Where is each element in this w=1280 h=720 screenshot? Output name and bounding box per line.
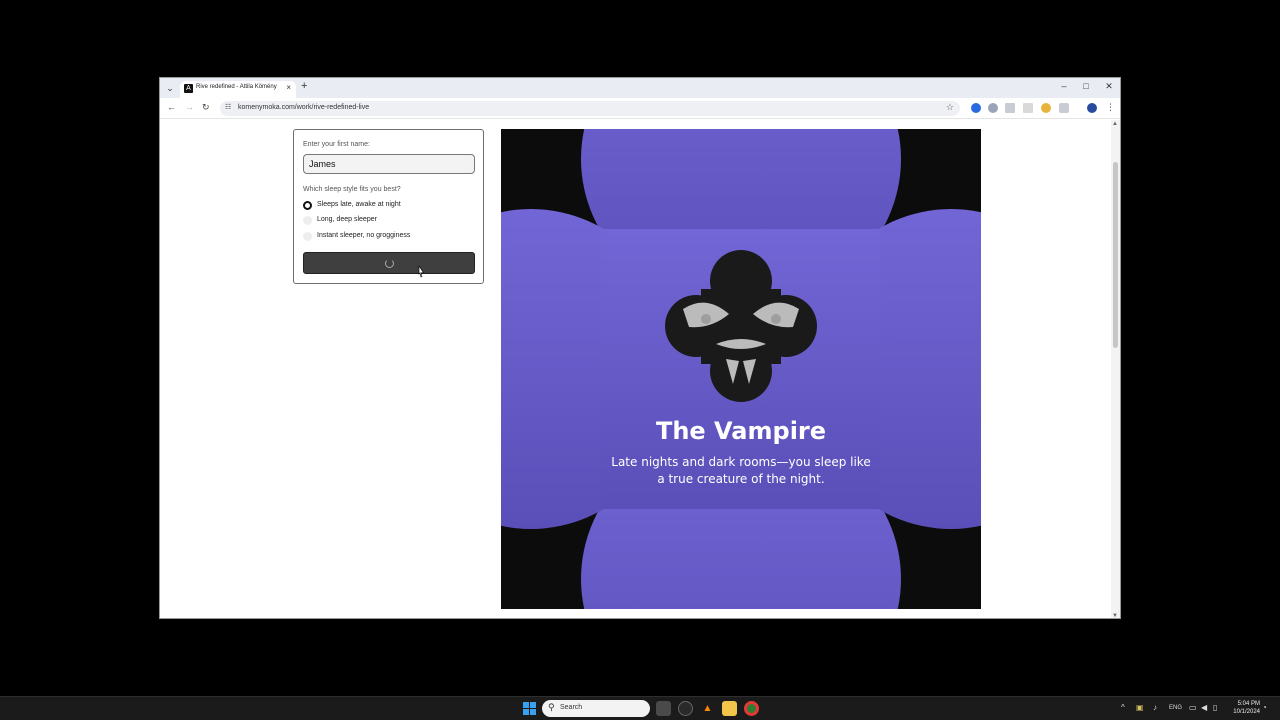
scroll-down-icon[interactable]: ▼ bbox=[1112, 613, 1118, 618]
bolt-icon[interactable] bbox=[1041, 103, 1051, 113]
shield-icon[interactable] bbox=[988, 103, 998, 113]
loading-spinner-icon bbox=[385, 259, 394, 268]
windows-start-icon[interactable] bbox=[523, 702, 536, 715]
radio-checked-icon[interactable] bbox=[303, 201, 312, 210]
app-circle-icon[interactable] bbox=[678, 701, 693, 716]
battery-icon[interactable]: ▯ bbox=[1213, 703, 1217, 712]
search-icon: ⚲ bbox=[548, 702, 555, 712]
first-name-input[interactable]: James bbox=[303, 154, 475, 174]
flower-shape bbox=[501, 129, 981, 609]
clock-time: 5:04 PM bbox=[1237, 701, 1260, 707]
system-clock[interactable]: 5:04 PM 10/1/2024 bbox=[1228, 700, 1260, 716]
scroll-up-icon[interactable]: ▲ bbox=[1112, 121, 1118, 127]
reload-icon[interactable]: ↻ bbox=[202, 102, 210, 113]
close-tab-icon[interactable]: × bbox=[286, 83, 291, 92]
sleep-option-label: Instant sleeper, no grogginess bbox=[317, 232, 411, 239]
network-icon[interactable]: ▭ bbox=[1189, 703, 1197, 712]
sleep-style-label: Which sleep style fits you best? bbox=[303, 186, 401, 193]
url-text[interactable]: komenymoka.com/work/rive-redefined-live bbox=[238, 104, 369, 111]
tray-app-icon[interactable]: ▣ bbox=[1136, 703, 1144, 712]
name-label: Enter your first name: bbox=[303, 141, 370, 148]
volume-icon[interactable]: ◀ bbox=[1201, 703, 1207, 712]
menu-dots-icon[interactable]: ⋮ bbox=[1106, 102, 1115, 113]
browser-toolbar: ← → ↻ ☷ komenymoka.com/work/rive-redefin… bbox=[160, 98, 1120, 119]
minimize-icon[interactable]: – bbox=[1057, 81, 1071, 91]
rive-result-card: The Vampire Late nights and dark rooms—y… bbox=[501, 129, 981, 609]
result-description: Late nights and dark rooms—you sleep lik… bbox=[611, 455, 871, 486]
microphone-icon[interactable]: ♪ bbox=[1153, 703, 1157, 712]
list-icon[interactable] bbox=[1005, 103, 1015, 113]
clock-date: 10/1/2024 bbox=[1233, 709, 1260, 715]
new-tab-icon[interactable]: + bbox=[301, 80, 307, 92]
document-icon[interactable] bbox=[1023, 103, 1033, 113]
radio-unchecked-icon[interactable] bbox=[303, 232, 312, 241]
address-bar[interactable]: ☷ komenymoka.com/work/rive-redefined-liv… bbox=[220, 101, 960, 116]
tray-chevron-icon[interactable]: ^ bbox=[1121, 703, 1125, 712]
browser-window: ⌄ A Rive redefined - Attila Kömény × + –… bbox=[159, 77, 1121, 619]
site-info-icon[interactable]: ☷ bbox=[225, 103, 231, 111]
radio-unchecked-icon[interactable] bbox=[303, 216, 312, 225]
search-placeholder: Search bbox=[560, 704, 583, 711]
forward-icon[interactable]: → bbox=[185, 102, 194, 112]
site-favicon-icon: A bbox=[184, 84, 193, 93]
taskbar: ⚲ Search ▲ ^ ▣ ♪ ENG ▭ ◀ ▯ 5:04 PM 10/1/… bbox=[0, 696, 1280, 720]
maximize-icon[interactable]: □ bbox=[1079, 81, 1093, 91]
tab-search-icon[interactable]: ⌄ bbox=[164, 82, 176, 94]
profile-avatar[interactable] bbox=[1087, 103, 1097, 113]
vlc-icon[interactable]: ▲ bbox=[700, 701, 715, 716]
taskbar-search[interactable]: ⚲ Search bbox=[542, 700, 650, 717]
puzzle-icon[interactable] bbox=[1059, 103, 1069, 113]
file-explorer-icon[interactable] bbox=[722, 701, 737, 716]
page-content: Enter your first name: James Which sleep… bbox=[160, 120, 1112, 618]
scroll-thumb[interactable] bbox=[1113, 162, 1118, 348]
browser-tab[interactable]: A Rive redefined - Attila Kömény × bbox=[180, 81, 296, 98]
mouse-cursor-icon bbox=[418, 266, 425, 278]
tab-title: Rive redefined - Attila Kömény bbox=[196, 84, 277, 90]
bookmark-star-icon[interactable]: ☆ bbox=[946, 102, 954, 113]
sleep-option-label: Long, deep sleeper bbox=[317, 216, 377, 223]
notification-bell-icon[interactable]: ◔ bbox=[1262, 703, 1267, 712]
back-icon[interactable]: ← bbox=[167, 102, 176, 112]
tab-bar: ⌄ A Rive redefined - Attila Kömény × + –… bbox=[160, 78, 1120, 98]
chrome-icon[interactable] bbox=[744, 701, 759, 716]
page-scrollbar[interactable]: ▲ ▼ bbox=[1111, 120, 1120, 618]
sleep-option-label: Sleeps late, awake at night bbox=[317, 201, 401, 208]
close-window-icon[interactable]: ✕ bbox=[1102, 81, 1116, 92]
submit-button[interactable] bbox=[303, 252, 475, 274]
language-indicator[interactable]: ENG bbox=[1169, 705, 1182, 711]
extension-icon[interactable] bbox=[971, 103, 981, 113]
task-view-icon[interactable] bbox=[656, 701, 671, 716]
result-title: The Vampire bbox=[655, 417, 827, 445]
quiz-form: Enter your first name: James Which sleep… bbox=[293, 129, 484, 284]
